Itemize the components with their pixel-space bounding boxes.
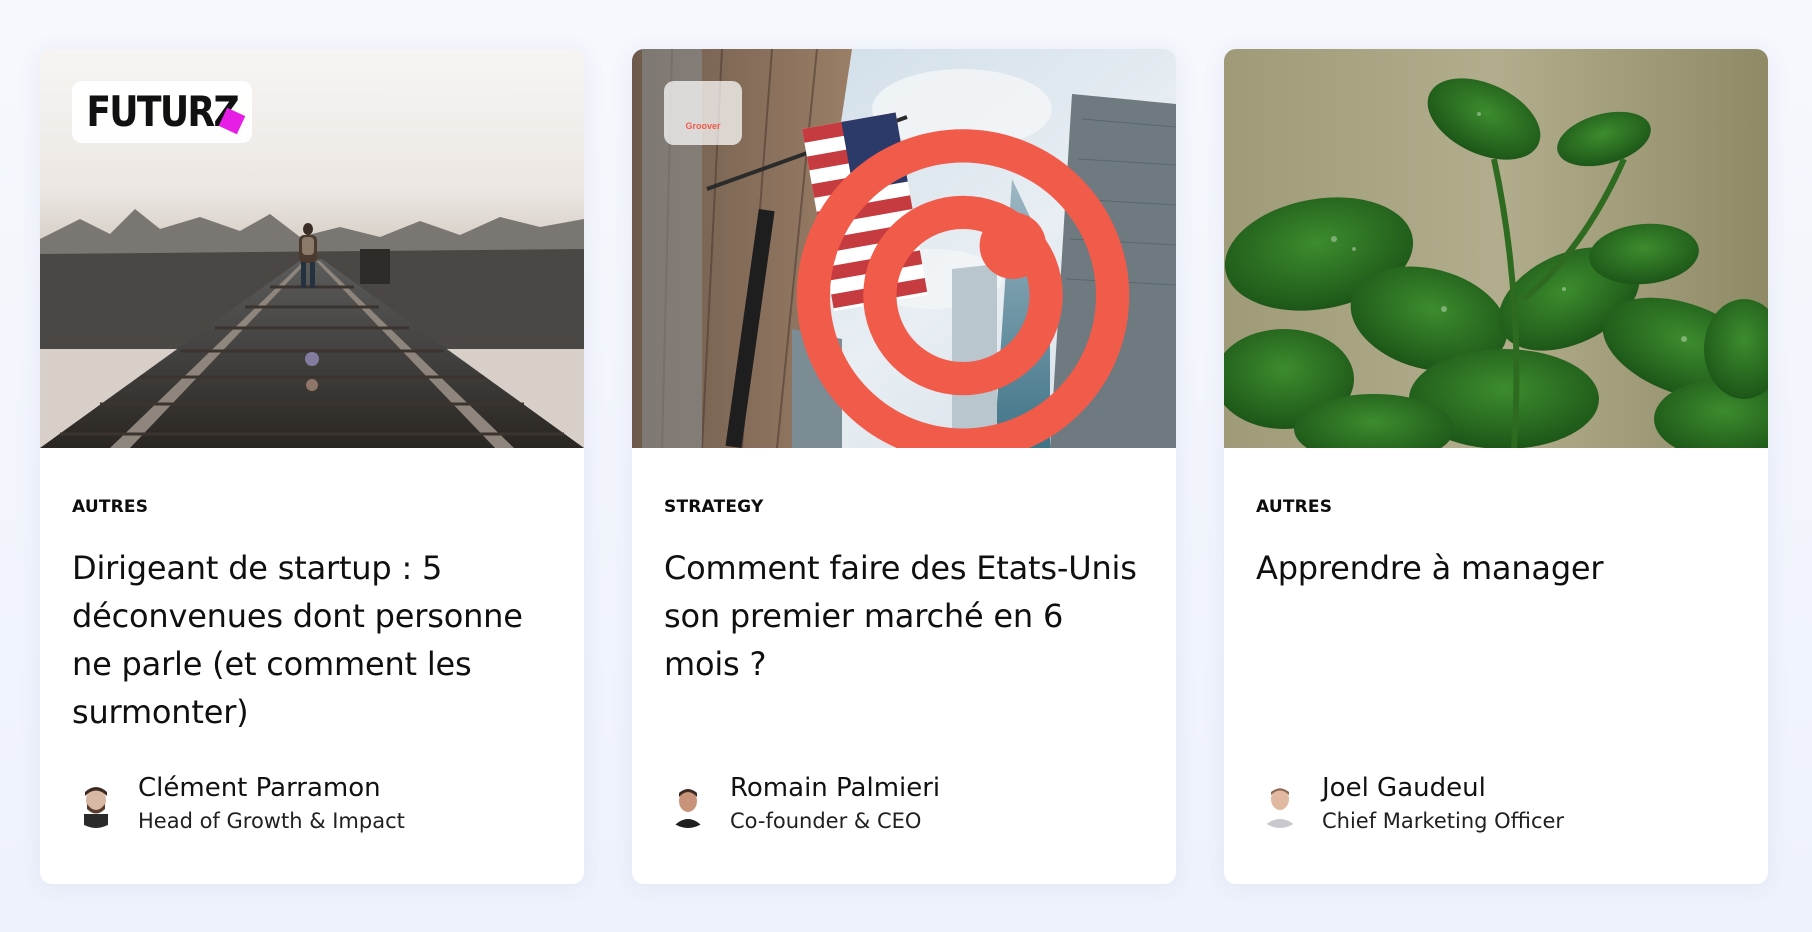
author-name: Joel Gaudeul xyxy=(1322,773,1486,803)
article-image-flag[interactable]: Groover xyxy=(632,49,1176,448)
company-logo-badge: Groover xyxy=(664,81,1130,448)
article-image-railway[interactable]: FUTURZ xyxy=(40,49,584,448)
author-block[interactable]: Clément Parramon Head of Growth & Impact xyxy=(72,775,405,832)
author-avatar xyxy=(664,779,712,828)
author-name: Romain Palmieri xyxy=(730,773,941,803)
article-card[interactable]: Groover STRATEGY Comment faire des Etats… xyxy=(632,49,1176,884)
article-image-plant[interactable] xyxy=(1224,49,1768,448)
author-avatar xyxy=(1256,779,1304,828)
author-block[interactable]: Romain Palmieri Co-founder & CEO xyxy=(664,775,940,832)
article-category[interactable]: STRATEGY xyxy=(664,499,1144,516)
article-card[interactable]: AUTRES Apprendre à manager Joel Gaudeul … xyxy=(1224,49,1768,884)
article-card[interactable]: FUTURZ AUTRES Dirigeant de startup : 5 d… xyxy=(40,49,584,884)
groover-logo-icon xyxy=(691,96,1130,448)
plant-illustration xyxy=(1224,49,1768,448)
article-title[interactable]: Comment faire des Etats-Unis son premier… xyxy=(664,544,1144,744)
avatar-person-icon xyxy=(664,779,712,828)
avatar-person-icon xyxy=(1256,779,1304,828)
article-title[interactable]: Dirigeant de startup : 5 déconvenues don… xyxy=(72,544,552,744)
company-logo-badge: FUTURZ xyxy=(72,81,252,143)
author-avatar xyxy=(72,779,120,828)
avatar-person-icon xyxy=(72,779,120,828)
article-category[interactable]: AUTRES xyxy=(1256,499,1736,516)
author-block[interactable]: Joel Gaudeul Chief Marketing Officer xyxy=(1256,775,1564,832)
author-role: Chief Marketing Officer xyxy=(1322,809,1565,833)
author-name: Clément Parramon xyxy=(138,773,381,803)
article-card-grid: FUTURZ AUTRES Dirigeant de startup : 5 d… xyxy=(40,49,1768,884)
article-title[interactable]: Apprendre à manager xyxy=(1256,544,1736,744)
author-role: Co-founder & CEO xyxy=(730,809,922,833)
author-role: Head of Growth & Impact xyxy=(138,809,405,833)
article-category[interactable]: AUTRES xyxy=(72,499,552,516)
futurz-logo: FUTURZ xyxy=(86,87,239,136)
